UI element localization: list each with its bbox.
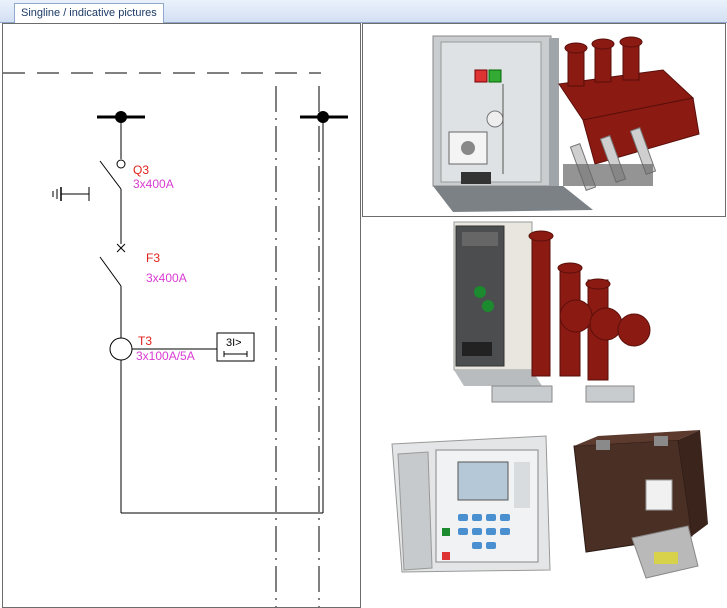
- switch-q3-rating: 3x400A: [133, 177, 174, 191]
- fuse-f3-rating: 3x400A: [146, 271, 187, 285]
- fuse-f3-blade: [99, 256, 122, 287]
- tab-strip: Singline / indicative pictures: [0, 0, 727, 23]
- picture-group: [362, 218, 727, 608]
- switch-q3-blade: [99, 160, 122, 190]
- circuit-breaker-image: [432, 35, 700, 212]
- ct-t3-circle: [109, 337, 133, 361]
- singleline-diagram: Q3 3x400A F3 3x400A T3 3x100A/5A 3I>: [2, 23, 361, 608]
- relay-label: 3I>: [226, 337, 242, 349]
- contactor-image: [453, 221, 651, 403]
- picture-circuit-breaker: [362, 23, 726, 217]
- switch-q3-contact: [116, 159, 126, 169]
- switch-q3-name: Q3: [133, 163, 150, 177]
- fuse-f3-name: F3: [146, 251, 161, 265]
- diagram-drawing: [3, 72, 348, 607]
- equipment-images: [391, 221, 708, 579]
- protection-relay-image: [391, 435, 551, 573]
- ct-t3-rating: 3x100A/5A: [136, 349, 195, 363]
- ct-t3-name: T3: [138, 334, 153, 348]
- current-transformer-image: [573, 430, 708, 579]
- tab-singline-pictures[interactable]: Singline / indicative pictures: [14, 3, 164, 23]
